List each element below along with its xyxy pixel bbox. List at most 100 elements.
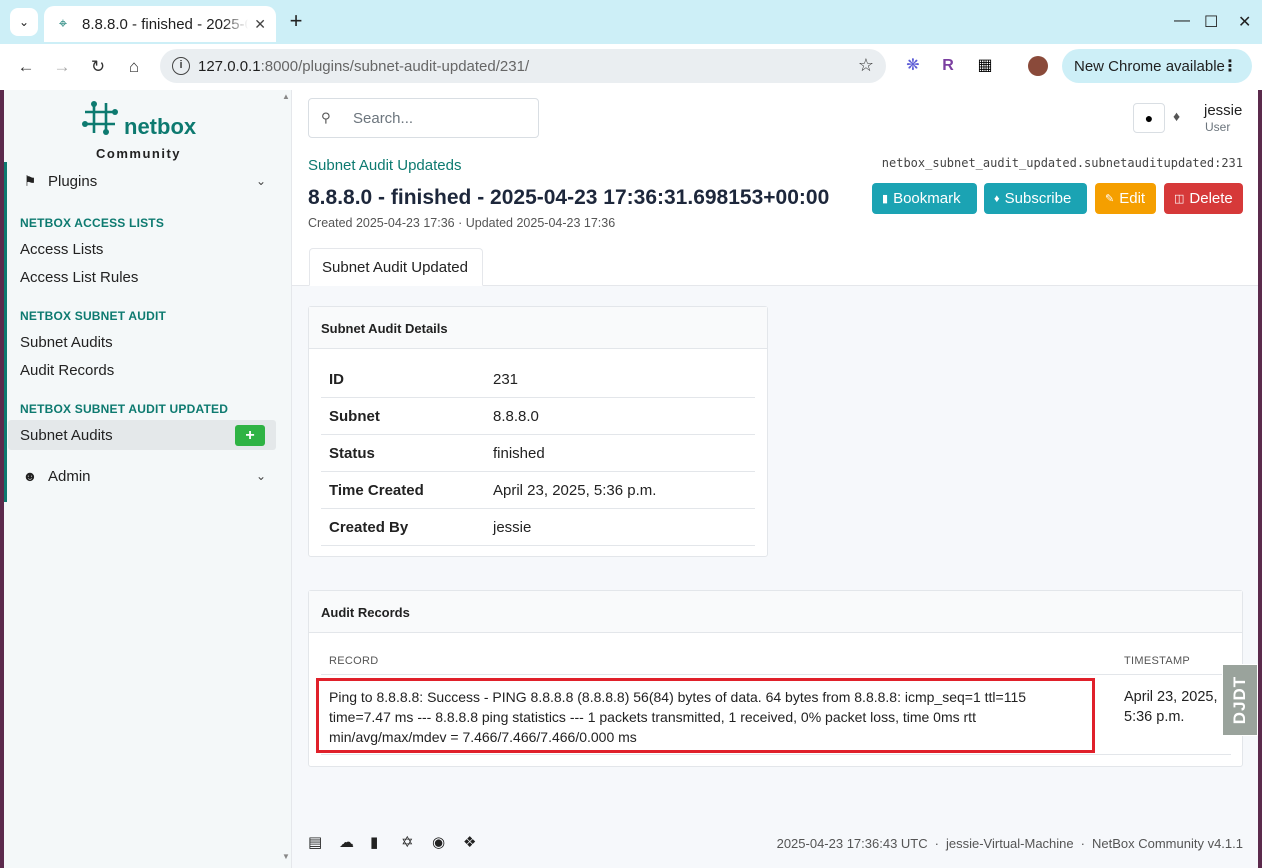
breadcrumb[interactable]: Subnet Audit Updateds bbox=[308, 157, 461, 174]
sidebar-item-access-lists[interactable]: Access Lists bbox=[20, 241, 103, 258]
browser-tab[interactable]: ⌖ 8.8.8.0 - finished - 2025-0 ✕ bbox=[44, 6, 276, 42]
detail-row: Status finished bbox=[321, 435, 755, 472]
github-icon[interactable]: ◉ bbox=[432, 833, 463, 851]
footer-links: ▤ ☁ ▮ ✡ ◉ ❖ bbox=[308, 833, 494, 851]
column-header-timestamp[interactable]: TIMESTAMP bbox=[1124, 655, 1190, 667]
extensions-puzzle-icon[interactable]: ▦ bbox=[974, 55, 996, 77]
forward-icon[interactable]: → bbox=[50, 55, 74, 79]
user-role: User bbox=[1205, 120, 1231, 134]
sidebar-item-access-list-rules[interactable]: Access List Rules bbox=[20, 269, 138, 286]
url-path: :8000/plugins/subnet-audit-updated/231/ bbox=[260, 57, 530, 75]
new-chrome-available-button[interactable]: New Chrome available ⋮ bbox=[1062, 49, 1252, 83]
graphql-icon[interactable]: ✡ bbox=[401, 833, 432, 851]
detail-label: ID bbox=[329, 371, 344, 388]
footer-time: 2025-04-23 17:36:43 UTC bbox=[776, 836, 928, 851]
logo-brand-text: netbox bbox=[124, 114, 197, 139]
tab-strip: ⌄ ⌖ 8.8.8.0 - finished - 2025-0 ✕ + — ☐ … bbox=[0, 0, 1262, 44]
extension-r-icon[interactable]: R bbox=[937, 55, 959, 77]
bookmark-star-icon[interactable]: ☆ bbox=[858, 55, 874, 76]
detail-label: Time Created bbox=[329, 482, 424, 499]
maximize-icon[interactable]: ☐ bbox=[1204, 12, 1218, 32]
extension-flower-icon[interactable]: ❋ bbox=[902, 55, 924, 77]
bookmark-button[interactable]: ▮ Bookmark bbox=[872, 183, 977, 214]
back-icon[interactable]: ← bbox=[14, 55, 38, 79]
sidebar-group-admin[interactable]: ☻ Admin ⌄ bbox=[20, 463, 278, 489]
api-book-icon[interactable]: ▮ bbox=[370, 833, 401, 851]
kebab-menu-icon[interactable]: ⋮ bbox=[1222, 56, 1238, 76]
subnet-audit-details-card: Subnet Audit Details ID 231 Subnet 8.8.8… bbox=[308, 306, 768, 557]
page-title: 8.8.8.0 - finished - 2025-04-23 17:36:31… bbox=[308, 186, 830, 209]
table-divider bbox=[321, 754, 1231, 755]
sidebar-group-plugins[interactable]: ⚑ Plugins ⌄ bbox=[20, 168, 278, 194]
url-host: 127.0.0.1 bbox=[198, 57, 261, 75]
scroll-up-icon[interactable]: ▲ bbox=[282, 92, 290, 101]
close-window-icon[interactable]: ✕ bbox=[1238, 12, 1251, 32]
minimize-icon[interactable]: — bbox=[1174, 12, 1190, 30]
footer-meta: 2025-04-23 17:36:43 UTC · jessie-Virtual-M… bbox=[776, 836, 1243, 851]
edit-label: Edit bbox=[1119, 190, 1146, 207]
tab-title: 8.8.8.0 - finished - 2025-0 bbox=[82, 15, 249, 33]
slack-icon[interactable]: ❖ bbox=[463, 833, 494, 851]
chevron-down-icon: ⌄ bbox=[255, 174, 266, 188]
highlight-box bbox=[316, 678, 1095, 753]
record-timestamp: April 23, 2025, 5:36 p.m. bbox=[1124, 689, 1218, 725]
card-title: Audit Records bbox=[309, 591, 1242, 633]
detail-value: 231 bbox=[493, 371, 519, 388]
sidebar-item-audit-records[interactable]: Audit Records bbox=[20, 362, 114, 379]
sidebar-item-subnet-audits-updated[interactable]: Subnet Audits bbox=[20, 427, 113, 444]
django-debug-toolbar-handle[interactable]: DJDT bbox=[1222, 664, 1258, 736]
detail-label: Created By bbox=[329, 519, 409, 536]
close-tab-icon[interactable]: ✕ bbox=[254, 16, 266, 33]
bookmark-label: Bookmark bbox=[893, 190, 961, 207]
chevron-down-icon: ⌄ bbox=[18, 15, 30, 29]
address-bar[interactable]: i 127.0.0.1:8000/plugins/subnet-audit-up… bbox=[160, 49, 886, 83]
delete-button[interactable]: ◫ Delete bbox=[1164, 183, 1243, 214]
detail-value: April 23, 2025, 5:36 p.m. bbox=[493, 482, 657, 499]
profile-avatar[interactable] bbox=[1028, 56, 1048, 76]
djdt-label: DJDT bbox=[1230, 675, 1249, 725]
search-input[interactable]: ⚲ Search... bbox=[308, 98, 539, 138]
reload-icon[interactable]: ↻ bbox=[86, 55, 110, 79]
logo-edition-text: Community bbox=[96, 146, 181, 161]
search-icon: ⚲ bbox=[321, 110, 331, 125]
new-tab-button[interactable]: + bbox=[284, 10, 308, 34]
delete-label: Delete bbox=[1189, 190, 1233, 207]
sidebar-group-label: Admin bbox=[48, 467, 91, 485]
add-subnet-audit-button[interactable]: + bbox=[235, 425, 265, 446]
tab-search-button[interactable]: ⌄ bbox=[10, 8, 38, 36]
sidebar-accent-bar bbox=[4, 162, 7, 502]
scroll-down-icon[interactable]: ▼ bbox=[282, 852, 290, 861]
netbox-favicon-icon: ⌖ bbox=[58, 15, 68, 32]
theme-toggle-bulb-icon[interactable]: ● bbox=[1133, 103, 1165, 133]
sidebar-item-subnet-audits[interactable]: Subnet Audits bbox=[20, 334, 113, 351]
netbox-logo-icon bbox=[82, 101, 118, 135]
netbox-page: ▲ ▼ netbox Community ⚑ Plugins ⌄ NETBOX … bbox=[4, 90, 1258, 868]
column-header-record[interactable]: RECORD bbox=[329, 655, 378, 667]
docs-book-icon[interactable]: ▤ bbox=[308, 833, 339, 851]
search-placeholder: Search... bbox=[353, 109, 414, 127]
sidebar-group-label: Plugins bbox=[48, 172, 98, 190]
bookmark-icon: ▮ bbox=[882, 193, 889, 205]
user-menu[interactable]: jessie bbox=[1204, 102, 1242, 119]
desktop-edge-right bbox=[1258, 90, 1262, 868]
card-title: Subnet Audit Details bbox=[309, 307, 767, 349]
netbox-logo[interactable]: netbox Community bbox=[82, 100, 222, 161]
footer-host: jessie-Virtual-Machine bbox=[945, 836, 1074, 851]
table-divider bbox=[321, 674, 1231, 675]
new-chrome-label: New Chrome available bbox=[1074, 57, 1225, 75]
subscribe-button[interactable]: ♦ Subscribe bbox=[984, 183, 1087, 214]
browser-toolbar: ← → ↻ ⌂ i 127.0.0.1:8000/plugins/subnet-… bbox=[0, 44, 1262, 90]
detail-row: Created By jessie bbox=[321, 509, 755, 546]
detail-value: jessie bbox=[493, 519, 532, 536]
edit-button[interactable]: ✎ Edit bbox=[1095, 183, 1156, 214]
detail-label: Status bbox=[329, 445, 375, 462]
footer-version[interactable]: NetBox Community v4.1.1 bbox=[1092, 836, 1243, 851]
tab-subnet-audit-updated[interactable]: Subnet Audit Updated bbox=[309, 248, 483, 286]
site-info-icon[interactable]: i bbox=[172, 57, 190, 75]
home-icon[interactable]: ⌂ bbox=[122, 55, 146, 79]
bell-icon[interactable]: ♦ bbox=[1173, 108, 1180, 124]
puzzle-icon: ⚑ bbox=[23, 172, 37, 189]
bell-plus-icon: ♦ bbox=[994, 192, 1000, 205]
sidebar-heading: NETBOX SUBNET AUDIT bbox=[20, 309, 167, 323]
cloud-download-icon[interactable]: ☁ bbox=[339, 833, 370, 851]
